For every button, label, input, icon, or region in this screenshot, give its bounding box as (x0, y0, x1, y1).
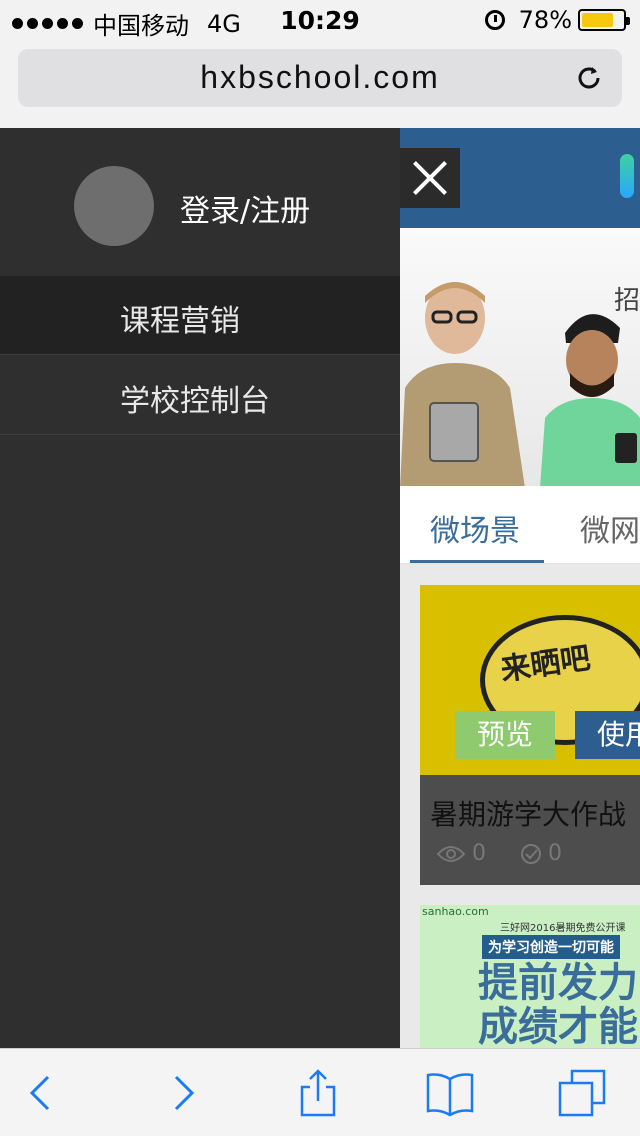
side-drawer: 登录/注册 课程营销 学校控制台 (0, 128, 400, 1048)
menu-item-label: 课程营销 (120, 304, 240, 339)
template-title: 暑期游学大作战 (430, 798, 627, 831)
active-tab-indicator (410, 560, 544, 563)
menu-item-label: 学校控制台 (120, 384, 270, 419)
use-count: 0 (548, 841, 562, 866)
card-headline-line2: 成绩才能 (478, 1004, 638, 1048)
preview-button[interactable]: 预览 (455, 711, 555, 759)
alarm-icon (484, 10, 505, 30)
tab-micro-scene[interactable]: 微场景 (430, 506, 520, 550)
browser-toolbar (0, 1048, 640, 1136)
card-slogan: 为学习创造一切可能 (482, 935, 620, 959)
hero-banner: 招 (400, 228, 640, 486)
login-register-link[interactable]: 登录/注册 (180, 186, 310, 230)
card-headline: 提前发力 成绩才能 (478, 961, 638, 1048)
close-icon[interactable] (400, 148, 460, 208)
use-button[interactable]: 使用 (575, 711, 640, 759)
battery-icon (578, 9, 630, 31)
site-header (400, 128, 640, 228)
tabs-icon[interactable] (558, 1069, 606, 1117)
bookmarks-icon[interactable] (426, 1069, 474, 1117)
template-card[interactable]: sanhao.com 三好网2016暑期免费公开课 为学习创造一切可能 提前发力… (420, 905, 640, 1048)
browser-address-area: hxbschool.com (0, 40, 640, 128)
battery-percent: 78% (518, 6, 572, 34)
forward-icon[interactable] (158, 1069, 206, 1117)
eye-icon (436, 845, 466, 862)
banner-text: 招 (613, 286, 640, 316)
avatar[interactable] (74, 166, 154, 246)
card-brand: sanhao.com (422, 905, 489, 918)
status-right: 78% (484, 6, 630, 34)
url-text[interactable]: hxbschool.com (18, 59, 622, 96)
banner-person-image (400, 282, 525, 486)
menu-item-school-console[interactable]: 学校控制台 (0, 356, 400, 435)
banner-person-image (540, 314, 640, 486)
site-logo (620, 154, 634, 198)
card-subtitle: 三好网2016暑期免费公开课 (500, 923, 626, 934)
template-thumbnail: 来晒吧 预览 使用 (420, 585, 640, 775)
status-bar: 中国移动 4G 10:29 78% (0, 0, 640, 40)
template-stats: 0 0 (436, 841, 562, 866)
url-field[interactable]: hxbschool.com (18, 49, 622, 107)
view-count: 0 (472, 841, 486, 866)
category-tabs: 微场景 微网 (400, 486, 640, 564)
template-card[interactable]: 来晒吧 预览 使用 暑期游学大作战 0 0 (420, 585, 640, 885)
reload-icon[interactable] (574, 63, 604, 93)
back-icon[interactable] (18, 1069, 66, 1117)
card-headline-line1: 提前发力 (478, 960, 638, 1006)
menu-item-course-marketing[interactable]: 课程营销 (0, 276, 400, 355)
check-circle-icon (521, 843, 541, 864)
share-icon[interactable] (294, 1069, 342, 1117)
page-content: 招 微场景 微网 来晒吧 预览 使用 暑期游学大作战 0 0 sanhao.co… (400, 128, 640, 1048)
tab-micro-site[interactable]: 微网 (580, 506, 640, 550)
user-login-row[interactable]: 登录/注册 (0, 128, 400, 276)
